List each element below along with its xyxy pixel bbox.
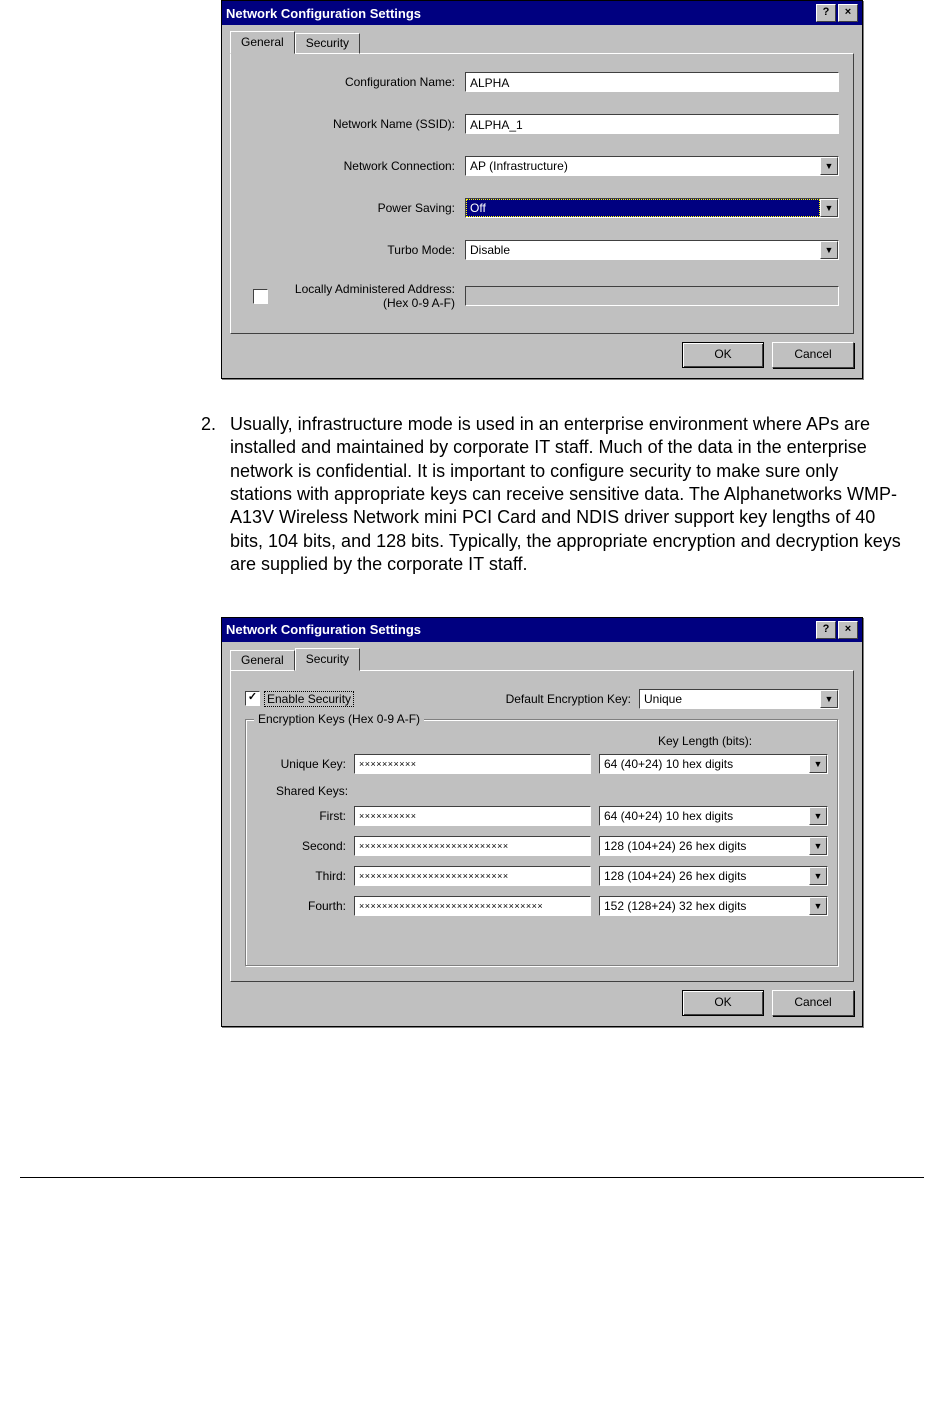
network-config-dialog-security: Network Configuration Settings ? × Gener… — [221, 617, 863, 1027]
cancel-button[interactable]: Cancel — [772, 990, 854, 1016]
help-button[interactable]: ? — [816, 4, 836, 22]
ok-button[interactable]: OK — [682, 990, 764, 1016]
ssid-input[interactable]: ALPHA_1 — [465, 114, 839, 134]
key-length-header: Key Length (bits): — [658, 734, 828, 748]
titlebar: Network Configuration Settings ? × — [222, 1, 862, 25]
ssid-label: Network Name (SSID): — [245, 117, 465, 131]
chevron-down-icon[interactable]: ▼ — [809, 867, 827, 885]
chevron-down-icon[interactable]: ▼ — [820, 157, 838, 175]
titlebar: Network Configuration Settings ? × — [222, 618, 862, 642]
close-button[interactable]: × — [838, 621, 858, 639]
ok-button[interactable]: OK — [682, 342, 764, 368]
titlebar-text: Network Configuration Settings — [226, 6, 816, 21]
power-saving-label: Power Saving: — [245, 201, 465, 215]
tab-security[interactable]: Security — [295, 648, 360, 671]
enable-security-label: Enable Security — [264, 691, 354, 707]
paragraph-text: Usually, infrastructure mode is used in … — [230, 413, 904, 577]
groupbox-title: Encryption Keys (Hex 0-9 A-F) — [254, 712, 424, 726]
chevron-down-icon[interactable]: ▼ — [820, 241, 838, 259]
tab-general[interactable]: General — [230, 31, 295, 54]
titlebar-text: Network Configuration Settings — [226, 622, 816, 637]
encryption-keys-group: Encryption Keys (Hex 0-9 A-F) Key Length… — [245, 719, 839, 967]
tab-security[interactable]: Security — [295, 33, 360, 54]
chevron-down-icon[interactable]: ▼ — [820, 690, 838, 708]
list-number: 2. — [180, 413, 230, 577]
default-key-combo[interactable]: Unique ▼ — [639, 689, 839, 709]
chevron-down-icon[interactable]: ▼ — [809, 897, 827, 915]
first-key-input[interactable]: ×××××××××× — [354, 806, 591, 826]
laa-label: Locally Administered Address: (Hex 0-9 A… — [275, 282, 465, 311]
footer-divider — [20, 1177, 924, 1178]
default-key-label: Default Encryption Key: — [354, 692, 639, 706]
turbo-mode-label: Turbo Mode: — [245, 243, 465, 257]
network-connection-label: Network Connection: — [245, 159, 465, 173]
unique-key-length-value: 64 (40+24) 10 hex digits — [600, 755, 809, 773]
config-name-input[interactable]: ALPHA — [465, 72, 839, 92]
second-key-label: Second: — [256, 839, 354, 853]
fourth-key-length-value: 152 (128+24) 32 hex digits — [600, 897, 809, 915]
power-saving-combo[interactable]: Off ▼ — [465, 198, 839, 218]
fourth-key-length-combo[interactable]: 152 (128+24) 32 hex digits ▼ — [599, 896, 828, 916]
security-panel: ✓ Enable Security Default Encryption Key… — [230, 670, 854, 982]
second-key-length-combo[interactable]: 128 (104+24) 26 hex digits ▼ — [599, 836, 828, 856]
general-panel: Configuration Name: ALPHA Network Name (… — [230, 53, 854, 334]
chevron-down-icon[interactable]: ▼ — [809, 807, 827, 825]
default-key-value: Unique — [640, 690, 820, 708]
turbo-mode-value: Disable — [466, 241, 820, 259]
first-key-length-combo[interactable]: 64 (40+24) 10 hex digits ▼ — [599, 806, 828, 826]
chevron-down-icon[interactable]: ▼ — [809, 837, 827, 855]
third-key-length-value: 128 (104+24) 26 hex digits — [600, 867, 809, 885]
body-paragraph: 2. Usually, infrastructure mode is used … — [180, 413, 904, 577]
fourth-key-input[interactable]: ×××××××××××××××××××××××××××××××× — [354, 896, 591, 916]
unique-key-label: Unique Key: — [256, 757, 354, 771]
enable-security-checkbox[interactable]: ✓ — [245, 691, 260, 706]
turbo-mode-combo[interactable]: Disable ▼ — [465, 240, 839, 260]
network-connection-value: AP (Infrastructure) — [466, 157, 820, 175]
laa-input[interactable] — [465, 286, 839, 306]
second-key-input[interactable]: ×××××××××××××××××××××××××× — [354, 836, 591, 856]
network-connection-combo[interactable]: AP (Infrastructure) ▼ — [465, 156, 839, 176]
fourth-key-label: Fourth: — [256, 899, 354, 913]
config-name-label: Configuration Name: — [245, 75, 465, 89]
power-saving-value: Off — [466, 199, 820, 217]
chevron-down-icon[interactable]: ▼ — [820, 199, 838, 217]
third-key-length-combo[interactable]: 128 (104+24) 26 hex digits ▼ — [599, 866, 828, 886]
third-key-label: Third: — [256, 869, 354, 883]
cancel-button[interactable]: Cancel — [772, 342, 854, 368]
help-button[interactable]: ? — [816, 621, 836, 639]
second-key-length-value: 128 (104+24) 26 hex digits — [600, 837, 809, 855]
shared-keys-label: Shared Keys: — [276, 784, 828, 798]
chevron-down-icon[interactable]: ▼ — [809, 755, 827, 773]
laa-checkbox[interactable] — [253, 289, 268, 304]
first-key-length-value: 64 (40+24) 10 hex digits — [600, 807, 809, 825]
network-config-dialog-general: Network Configuration Settings ? × Gener… — [221, 0, 863, 379]
first-key-label: First: — [256, 809, 354, 823]
close-button[interactable]: × — [838, 4, 858, 22]
unique-key-length-combo[interactable]: 64 (40+24) 10 hex digits ▼ — [599, 754, 828, 774]
third-key-input[interactable]: ×××××××××××××××××××××××××× — [354, 866, 591, 886]
unique-key-input[interactable]: ×××××××××× — [354, 754, 591, 774]
tab-general[interactable]: General — [230, 650, 295, 671]
